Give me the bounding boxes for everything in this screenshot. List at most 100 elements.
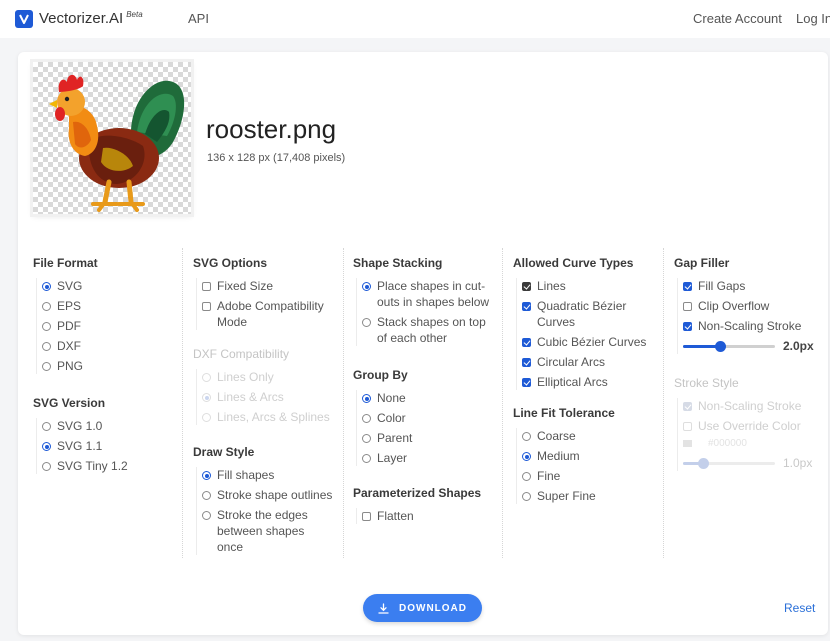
stacking-option[interactable]: Stack shapes on top of each other — [362, 314, 492, 346]
gap-stroke-width-slider[interactable]: 2.0px — [683, 338, 823, 354]
radio-icon[interactable] — [202, 471, 211, 480]
radio-icon — [202, 393, 211, 402]
radio-icon[interactable] — [202, 491, 211, 500]
checkbox-icon[interactable] — [202, 282, 211, 291]
checkbox-icon[interactable] — [522, 358, 531, 367]
radio-icon[interactable] — [202, 511, 211, 520]
radio-icon[interactable] — [362, 454, 371, 463]
draw-style-option[interactable]: Fill shapes — [202, 467, 332, 483]
curve-types-title: Allowed Curve Types — [513, 256, 634, 270]
line-fit-option[interactable]: Super Fine — [522, 488, 615, 504]
adobe-compat-checkbox[interactable]: Adobe Compatibility Mode — [202, 298, 337, 330]
stacking-option[interactable]: Place shapes in cut-outs in shapes below — [362, 278, 502, 310]
gap-non-scaling-stroke-checkbox[interactable]: Non-Scaling Stroke — [683, 318, 822, 334]
dxf-option: Lines & Arcs — [202, 389, 330, 405]
radio-icon[interactable] — [522, 492, 531, 501]
radio-icon[interactable] — [522, 432, 531, 441]
login-link[interactable]: Log In — [796, 11, 830, 26]
beta-badge: Beta — [126, 10, 143, 19]
dxf-option: Lines Only — [202, 369, 330, 385]
radio-icon[interactable] — [42, 302, 51, 311]
curve-circular-checkbox[interactable]: Circular Arcs — [522, 354, 647, 370]
column-divider — [343, 248, 344, 558]
checkbox-icon[interactable] — [522, 338, 531, 347]
top-bar: Vectorizer.AI Beta API Create Account Log… — [0, 0, 830, 38]
gap-filler-title: Gap Filler — [674, 256, 730, 270]
radio-icon[interactable] — [42, 362, 51, 371]
stroke-non-scaling-checkbox: Non-Scaling Stroke — [683, 398, 822, 414]
curve-cubic-checkbox[interactable]: Cubic Bézier Curves — [522, 334, 647, 350]
stroke-width-slider: 1.0px — [683, 455, 823, 471]
line-fit-title: Line Fit Tolerance — [513, 406, 615, 420]
reset-link[interactable]: Reset — [784, 601, 815, 615]
stroke-style-title: Stroke Style — [674, 376, 739, 390]
draw-style-option[interactable]: Stroke shape outlines — [202, 487, 332, 503]
radio-icon[interactable] — [362, 434, 371, 443]
override-color-field: #000000 — [683, 438, 822, 449]
radio-icon[interactable] — [522, 472, 531, 481]
clip-overflow-checkbox[interactable]: Clip Overflow — [683, 298, 822, 314]
checkbox-icon[interactable] — [522, 378, 531, 387]
color-swatch — [683, 440, 692, 447]
parameterized-shapes-title: Parameterized Shapes — [353, 486, 482, 500]
radio-icon[interactable] — [42, 422, 51, 431]
radio-icon[interactable] — [362, 394, 371, 403]
draw-style-title: Draw Style — [193, 445, 255, 459]
radio-icon[interactable] — [42, 282, 51, 291]
radio-icon[interactable] — [362, 414, 371, 423]
use-override-color-checkbox: Use Override Color — [683, 418, 822, 434]
group-by-group: Group By None Color Parent Layer — [353, 368, 412, 470]
radio-icon — [202, 373, 211, 382]
svg-version-option[interactable]: SVG Tiny 1.2 — [42, 458, 128, 474]
draw-style-option[interactable]: Stroke the edges between shapes once — [202, 507, 327, 555]
curve-quadratic-checkbox[interactable]: Quadratic Bézier Curves — [522, 298, 647, 330]
curve-lines-checkbox[interactable]: Lines — [522, 278, 647, 294]
flatten-checkbox[interactable]: Flatten — [362, 508, 481, 524]
svg-version-option[interactable]: SVG 1.1 — [42, 438, 128, 454]
radio-icon[interactable] — [362, 282, 371, 291]
brand-name[interactable]: Vectorizer.AI Beta — [39, 10, 143, 27]
radio-icon[interactable] — [42, 462, 51, 471]
vectorize-result-card: rooster.png 136 x 128 px (17,408 pixels)… — [18, 52, 828, 635]
svg-version-option[interactable]: SVG 1.0 — [42, 418, 128, 434]
gap-filler-group: Gap Filler Fill Gaps Clip Overflow Non-S… — [674, 256, 822, 360]
slider-handle[interactable] — [714, 341, 726, 352]
checkbox-icon[interactable] — [683, 302, 692, 311]
line-fit-option[interactable]: Coarse — [522, 428, 615, 444]
format-option-eps[interactable]: EPS — [42, 298, 98, 314]
line-fit-option[interactable]: Fine — [522, 468, 615, 484]
checkbox-icon[interactable] — [202, 302, 211, 311]
fixed-size-checkbox[interactable]: Fixed Size — [202, 278, 337, 294]
group-by-option[interactable]: None — [362, 390, 412, 406]
file-format-group: File Format SVG EPS PDF DXF PNG — [33, 256, 98, 378]
radio-icon[interactable] — [362, 318, 371, 327]
format-option-pdf[interactable]: PDF — [42, 318, 98, 334]
format-option-png[interactable]: PNG — [42, 358, 98, 374]
curve-elliptical-checkbox[interactable]: Elliptical Arcs — [522, 374, 647, 390]
vectorizer-logo-icon[interactable] — [15, 10, 33, 28]
checkbox-icon[interactable] — [522, 282, 531, 291]
line-fit-option[interactable]: Medium — [522, 448, 615, 464]
checkbox-icon[interactable] — [683, 322, 692, 331]
group-by-option[interactable]: Parent — [362, 430, 412, 446]
radio-icon[interactable] — [42, 442, 51, 451]
file-format-title: File Format — [33, 256, 98, 270]
group-by-option[interactable]: Color — [362, 410, 412, 426]
create-account-link[interactable]: Create Account — [693, 11, 782, 26]
format-option-dxf[interactable]: DXF — [42, 338, 98, 354]
radio-icon[interactable] — [42, 342, 51, 351]
file-name-title: rooster.png — [206, 114, 337, 144]
checkbox-icon[interactable] — [683, 282, 692, 291]
nav-api-link[interactable]: API — [188, 11, 209, 26]
checkbox-icon[interactable] — [522, 302, 531, 311]
checkbox-icon[interactable] — [362, 512, 371, 521]
download-button[interactable]: DOWNLOAD — [363, 594, 482, 622]
svg-options-title: SVG Options — [193, 256, 268, 270]
radio-icon[interactable] — [42, 322, 51, 331]
fill-gaps-checkbox[interactable]: Fill Gaps — [683, 278, 822, 294]
shape-stacking-group: Shape Stacking Place shapes in cut-outs … — [353, 256, 502, 350]
format-option-svg[interactable]: SVG — [42, 278, 98, 294]
group-by-title: Group By — [353, 368, 408, 382]
radio-icon[interactable] — [522, 452, 531, 461]
group-by-option[interactable]: Layer — [362, 450, 412, 466]
